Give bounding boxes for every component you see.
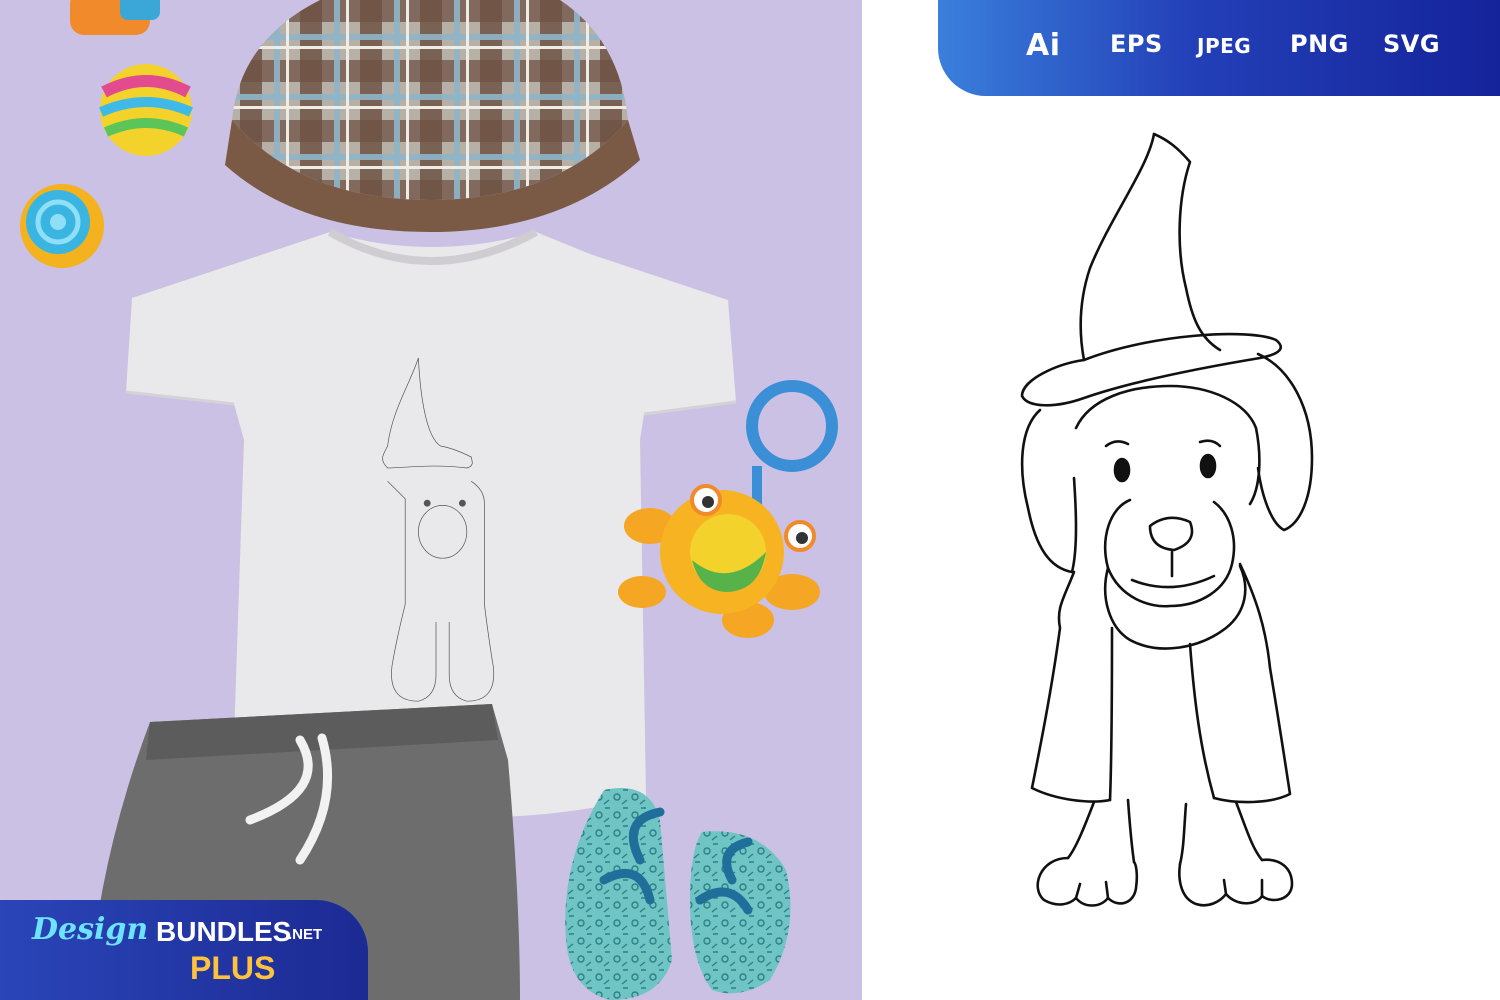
product-mockup-photo bbox=[0, 0, 862, 1000]
spiral-disc-toy bbox=[20, 184, 104, 268]
brand-bundles-text: BUNDLES bbox=[156, 916, 292, 947]
format-svg-label: SVG bbox=[1383, 30, 1441, 58]
orange-toy bbox=[70, 0, 160, 35]
brand-plus-text: PLUS bbox=[190, 950, 276, 986]
striped-ball-toy bbox=[98, 64, 194, 156]
wizard-dog-line-art bbox=[1020, 132, 1314, 907]
plaid-bucket-hat bbox=[225, 0, 640, 232]
format-eps-label: EPS bbox=[1110, 30, 1163, 58]
format-ai-label: Ai bbox=[1026, 28, 1061, 63]
format-jpeg-label: JPEG bbox=[1197, 34, 1252, 58]
brand-net-text: .NET bbox=[288, 926, 323, 943]
format-png-label: PNG bbox=[1290, 30, 1349, 58]
brand-design-text: Design bbox=[32, 912, 149, 947]
